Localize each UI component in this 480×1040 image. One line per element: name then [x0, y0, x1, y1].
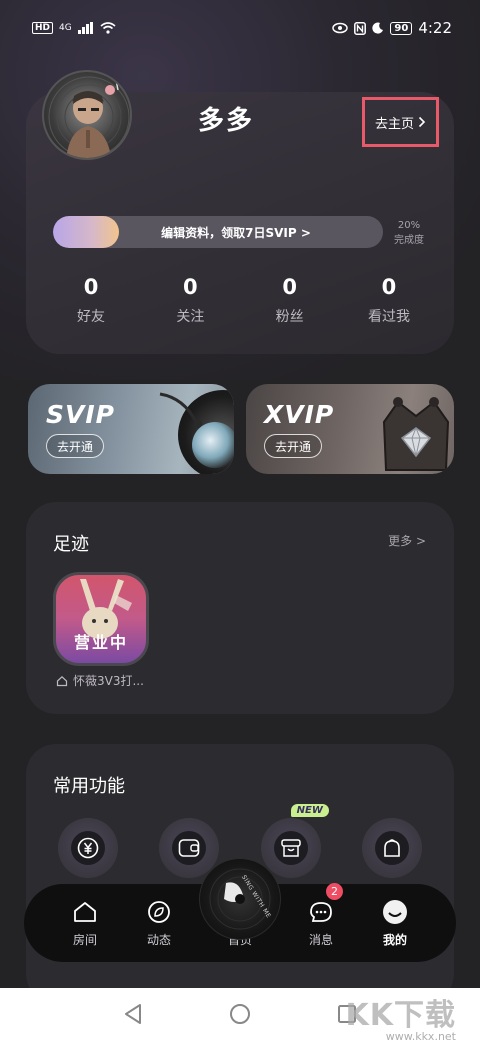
progress-text: 编辑资料，领取7日SVIP > [161, 225, 311, 240]
center-vinyl-button[interactable] [199, 858, 281, 940]
battery-indicator: 90 [390, 21, 413, 35]
room-name: 怀薇3V3打... [73, 674, 144, 688]
new-badge: NEW [290, 804, 329, 817]
completion-readout: 20% 完成度 [388, 218, 430, 248]
completion-percent: 20% [397, 220, 421, 231]
nav-room-label: 房间 [72, 932, 97, 947]
footprint-more-link[interactable]: 更多 > [388, 532, 426, 549]
message-count-badge: 2 [326, 882, 343, 900]
chat-icon [308, 899, 334, 925]
nav-room[interactable]: 房间 [56, 899, 114, 948]
stat-value: 0 [381, 275, 397, 299]
chevron-right-icon [418, 116, 426, 128]
username: 多多 [198, 106, 255, 136]
completion-label: 完成度 [394, 235, 424, 246]
network-type: 4G [59, 23, 72, 33]
stat-friends[interactable]: 0 好友 [42, 274, 140, 326]
recharge-icon-wrap [58, 818, 118, 878]
avatar-illustration [48, 76, 130, 158]
xvip-title: XVIP [264, 400, 335, 429]
backpack-icon-wrap [361, 818, 422, 878]
functions-title: 常用功能 [53, 776, 125, 797]
avatar[interactable] [42, 70, 132, 160]
go-homepage-button[interactable]: 去主页 [362, 97, 439, 147]
signal-icon [77, 22, 93, 34]
home-icon [72, 899, 98, 925]
disc-center-image [192, 422, 234, 468]
xvip-activate-button[interactable]: 去开通 [264, 434, 322, 458]
home-circle-icon[interactable] [229, 1003, 251, 1025]
stat-fans[interactable]: 0 粉丝 [241, 274, 339, 326]
stat-label: 好友 [77, 309, 105, 325]
footprint-panel: 足迹 更多 > 营业中 怀薇3V3打... [26, 502, 454, 714]
wifi-icon [100, 22, 116, 34]
room-thumbnail[interactable]: 营业中 [53, 572, 149, 666]
stat-following[interactable]: 0 关注 [141, 274, 239, 326]
svip-title: SVIP [46, 400, 115, 429]
nav-feed[interactable]: 动态 [130, 899, 188, 948]
room-status: 营业中 [73, 633, 128, 652]
backpack-icon [374, 831, 409, 865]
eye-icon [332, 22, 349, 34]
footprint-title: 足迹 [53, 534, 89, 555]
stat-label: 粉丝 [275, 309, 304, 325]
stat-label: 看过我 [367, 309, 410, 325]
clock: 4:22 [418, 19, 452, 37]
status-left: HD 4G [32, 22, 116, 34]
status-bar: HD 4G 90 4:22 [0, 0, 480, 56]
profile-completion-bar[interactable]: 编辑资料，领取7日SVIP > [53, 216, 383, 248]
stat-visitors[interactable]: 0 看过我 [340, 274, 438, 326]
nav-messages[interactable]: 2 消息 [292, 882, 350, 948]
nav-feed-label: 动态 [146, 932, 171, 947]
tonearm-image [159, 392, 202, 428]
hd-indicator: HD [32, 22, 54, 34]
back-icon[interactable] [123, 1003, 143, 1025]
stat-value: 0 [282, 275, 297, 299]
watermark: KK下载 www.kkx.net [346, 990, 457, 1040]
vinyl-icon [209, 868, 271, 930]
room-name-row[interactable]: 怀薇3V3打... [56, 672, 144, 689]
yen-icon [71, 831, 105, 865]
nav-messages-label: 消息 [308, 932, 333, 947]
nav-mine-label: 我的 [382, 932, 407, 947]
svip-card[interactable]: SVIP 去开通 [28, 384, 234, 474]
stat-label: 关注 [176, 309, 205, 325]
crown-image [382, 397, 450, 471]
leaf-icon [146, 899, 172, 925]
stat-value: 0 [183, 275, 198, 299]
stat-value: 0 [83, 275, 99, 299]
watermark-title: KK下载 [345, 998, 456, 1033]
profile-stats: 0 好友 0 关注 0 粉丝 0 看过我 [42, 274, 438, 326]
nav-mine[interactable]: 我的 [366, 899, 424, 948]
moon-icon [372, 22, 384, 34]
nfc-icon [354, 21, 367, 35]
svip-activate-button[interactable]: 去开通 [46, 434, 104, 458]
house-icon [56, 675, 68, 686]
smile-icon [382, 899, 408, 925]
go-homepage-label: 去主页 [374, 116, 414, 132]
status-right: 90 4:22 [332, 19, 452, 37]
xvip-card[interactable]: XVIP 去开通 [246, 384, 454, 474]
